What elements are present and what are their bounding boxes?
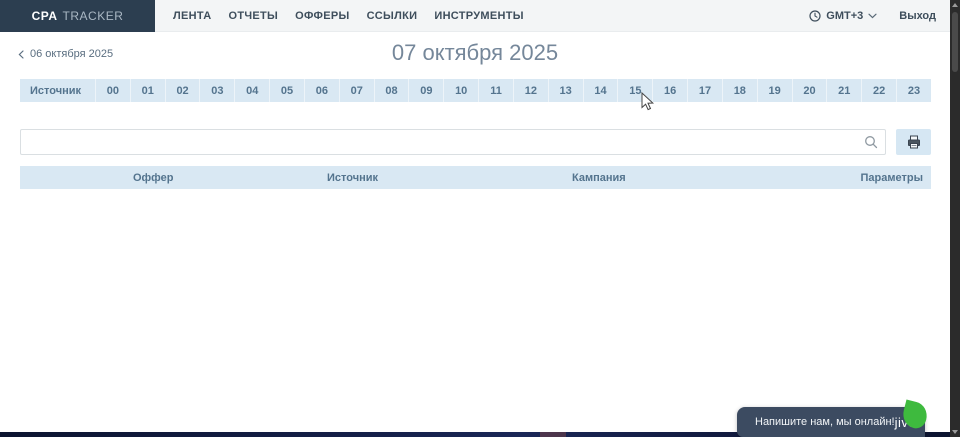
hour-cell: 15 <box>617 79 652 102</box>
scrollbar-thumb[interactable] <box>952 12 958 72</box>
hour-cell: 11 <box>478 79 513 102</box>
nav-item-offery[interactable]: ОФФЕРЫ <box>295 10 349 22</box>
cpa-tracker-page: CPA TRACKER ЛЕНТА ОТЧЕТЫ ОФФЕРЫ ССЫЛКИ И… <box>0 0 960 437</box>
clock-icon <box>809 10 821 22</box>
hour-cell: 13 <box>548 79 583 102</box>
chat-message: Напишите нам, мы онлайн! <box>755 416 895 428</box>
hour-cell: 23 <box>896 79 931 102</box>
hour-cell: 22 <box>861 79 896 102</box>
nav-item-lenta[interactable]: ЛЕНТА <box>173 10 211 22</box>
hour-cell: 12 <box>513 79 548 102</box>
hour-cell: 06 <box>304 79 339 102</box>
column-source: Источник <box>327 172 572 184</box>
search-row <box>20 129 931 155</box>
timezone-select[interactable]: GMT+3 <box>809 10 877 22</box>
search-box <box>20 129 886 155</box>
nav-item-ssylki[interactable]: ССЫЛКИ <box>367 10 418 22</box>
logo-light-text: TRACKER <box>63 9 124 23</box>
hour-cell: 04 <box>234 79 269 102</box>
hour-cell: 17 <box>687 79 722 102</box>
hour-cell: 19 <box>757 79 792 102</box>
hour-cell: 02 <box>165 79 200 102</box>
hour-cell: 16 <box>652 79 687 102</box>
hour-cell: 03 <box>199 79 234 102</box>
hour-cell: 00 <box>95 79 130 102</box>
hour-cell: 01 <box>130 79 165 102</box>
hours-header-bar: Источник 0001020304050607080910111213141… <box>20 79 931 102</box>
hours-cells: 0001020304050607080910111213141516171819… <box>95 79 931 102</box>
page-scrollbar[interactable] <box>950 0 960 437</box>
report-table-header: Оффер Источник Кампания Параметры <box>20 166 931 189</box>
taskbar-accent <box>540 432 566 437</box>
chevron-down-icon <box>868 13 877 19</box>
column-offer: Оффер <box>133 172 327 184</box>
app-logo[interactable]: CPA TRACKER <box>0 0 155 32</box>
top-bar: CPA TRACKER ЛЕНТА ОТЧЕТЫ ОФФЕРЫ ССЫЛКИ И… <box>0 0 950 32</box>
hour-cell: 09 <box>408 79 443 102</box>
nav-item-otchety[interactable]: ОТЧЕТЫ <box>228 10 278 22</box>
hour-cell: 10 <box>443 79 478 102</box>
column-campaign: Кампания <box>572 172 861 184</box>
page-title: 07 октября 2025 <box>0 40 950 66</box>
chat-widget[interactable]: Напишите нам, мы онлайн! jivo <box>737 407 925 437</box>
hour-cell: 14 <box>583 79 618 102</box>
logo-bold-text: CPA <box>32 9 58 23</box>
scrollbar-down-arrow-icon[interactable] <box>952 430 958 434</box>
print-icon <box>907 135 921 149</box>
print-button[interactable] <box>896 129 931 155</box>
nav-item-instrumenty[interactable]: ИНСТРУМЕНТЫ <box>434 10 524 22</box>
hour-cell: 07 <box>339 79 374 102</box>
hour-cell: 20 <box>792 79 827 102</box>
logout-button[interactable]: Выход <box>899 10 936 22</box>
hours-source-label: Источник <box>20 79 95 102</box>
timezone-label: GMT+3 <box>826 10 863 22</box>
column-params: Параметры <box>861 172 931 184</box>
search-input[interactable] <box>20 129 886 155</box>
hour-cell: 08 <box>374 79 409 102</box>
scrollbar-up-arrow-icon[interactable] <box>952 3 958 7</box>
topbar-right: GMT+3 Выход <box>809 10 936 22</box>
hour-cell: 05 <box>269 79 304 102</box>
search-icon[interactable] <box>863 134 879 150</box>
hour-cell: 21 <box>826 79 861 102</box>
hour-cell: 18 <box>722 79 757 102</box>
main-nav: ЛЕНТА ОТЧЕТЫ ОФФЕРЫ ССЫЛКИ ИНСТРУМЕНТЫ <box>173 10 524 22</box>
